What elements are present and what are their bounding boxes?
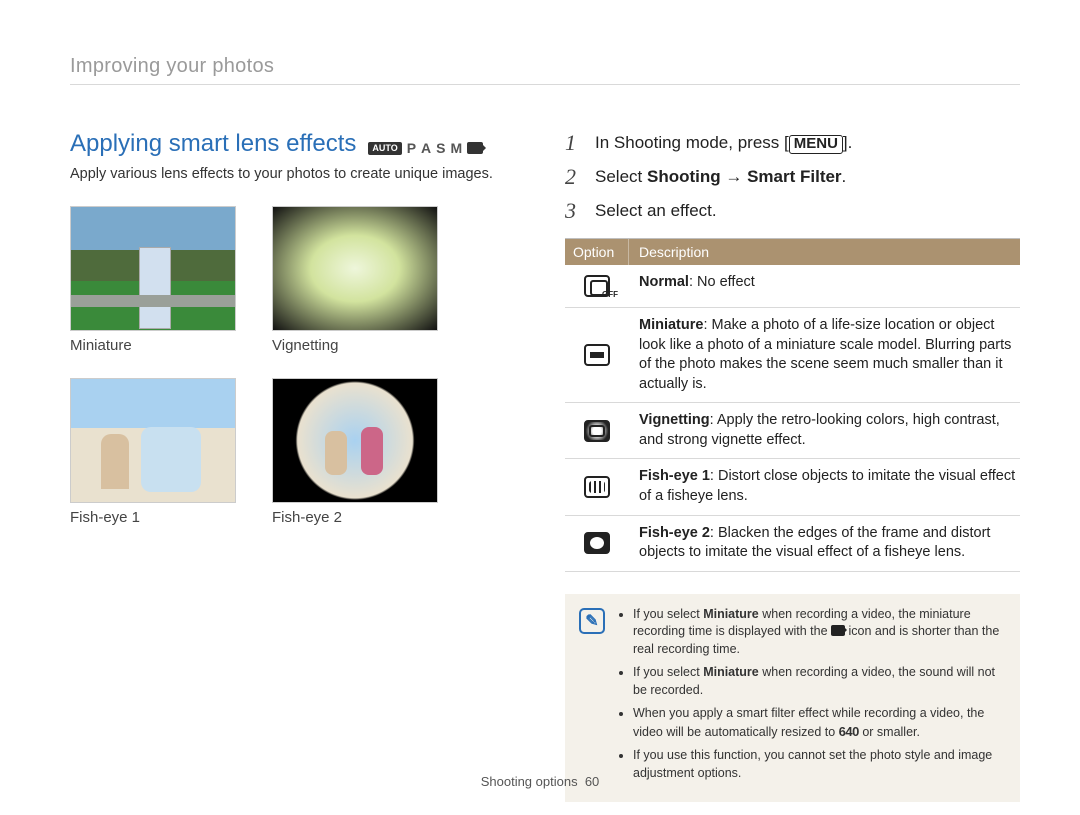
- page-title: Applying smart lens effects: [70, 130, 356, 158]
- intro-text: Apply various lens effects to your photo…: [70, 164, 510, 184]
- thumbnail-grid: Miniature Vignetting Fish-eye 1 Fish-eye…: [70, 206, 510, 526]
- option-row-normal: Normal: No effect: [565, 265, 1020, 308]
- mode-a-icon: A: [421, 140, 431, 156]
- thumb-fisheye1-image: [70, 378, 236, 503]
- miniature-icon: [584, 344, 610, 366]
- normal-off-icon: [584, 275, 610, 297]
- note-box: ✎ If you select Miniature when recording…: [565, 594, 1020, 803]
- step-2-number: 2: [565, 164, 583, 190]
- note-item: If you select Miniature when recording a…: [633, 606, 1006, 659]
- mode-video-icon: [467, 142, 483, 154]
- thumb-vignetting-image: [272, 206, 438, 331]
- option-row-vignetting: Vignetting: Apply the retro-looking colo…: [565, 403, 1020, 459]
- right-column: 1 In Shooting mode, press [MENU]. 2 Sele…: [565, 130, 1020, 802]
- thumb-fisheye2-image: [272, 378, 438, 503]
- fisheye1-icon: [584, 476, 610, 498]
- option-row-fisheye1: Fish-eye 1: Distort close objects to imi…: [565, 459, 1020, 515]
- thumb-fisheye2-label: Fish-eye 2: [272, 509, 438, 526]
- left-column: Applying smart lens effects AUTO P A S M…: [70, 130, 510, 802]
- step-3-number: 3: [565, 198, 583, 224]
- breadcrumb: Improving your photos: [70, 55, 1020, 78]
- title-line: Applying smart lens effects AUTO P A S M: [70, 130, 510, 158]
- thumb-fisheye2: Fish-eye 2: [272, 378, 438, 526]
- step-1-number: 1: [565, 130, 583, 156]
- note-list: If you select Miniature when recording a…: [617, 606, 1006, 789]
- mode-icons: AUTO P A S M: [368, 140, 483, 156]
- thumb-miniature-image: [70, 206, 236, 331]
- menu-icon: MENU: [789, 135, 843, 154]
- header-description: Description: [629, 239, 1020, 265]
- thumb-vignetting: Vignetting: [272, 206, 438, 354]
- step-3-text: Select an effect.: [595, 198, 717, 224]
- divider: [70, 84, 1020, 85]
- step-2: 2 Select Shooting → Smart Filter.: [565, 164, 1020, 190]
- note-item: If you select Miniature when recording a…: [633, 664, 1006, 699]
- fisheye2-icon: [584, 532, 610, 554]
- note-item: When you apply a smart filter effect whi…: [633, 705, 1006, 741]
- info-icon: ✎: [579, 608, 605, 634]
- option-row-miniature: Miniature: Make a photo of a life-size l…: [565, 308, 1020, 403]
- video-small-icon: [831, 625, 845, 636]
- options-table: Option Description Normal: No effect Min…: [565, 238, 1020, 572]
- mode-p-icon: P: [407, 140, 416, 156]
- columns: Applying smart lens effects AUTO P A S M…: [70, 130, 1020, 802]
- footer-section: Shooting options: [481, 774, 578, 789]
- vignetting-icon: [584, 420, 610, 442]
- mode-auto-icon: AUTO: [368, 142, 401, 155]
- footer-page-number: 60: [585, 774, 599, 789]
- thumb-miniature: Miniature: [70, 206, 236, 354]
- step-1-text: In Shooting mode, press [MENU].: [595, 130, 852, 156]
- options-table-header: Option Description: [565, 239, 1020, 265]
- option-row-fisheye2: Fish-eye 2: Blacken the edges of the fra…: [565, 516, 1020, 572]
- thumb-fisheye1: Fish-eye 1: [70, 378, 236, 526]
- mode-s-icon: S: [436, 140, 445, 156]
- footer: Shooting options 60: [0, 774, 1080, 789]
- step-3: 3 Select an effect.: [565, 198, 1020, 224]
- step-1: 1 In Shooting mode, press [MENU].: [565, 130, 1020, 156]
- header-option: Option: [565, 239, 629, 265]
- thumb-fisheye1-label: Fish-eye 1: [70, 509, 236, 526]
- step-2-text: Select Shooting → Smart Filter.: [595, 164, 846, 190]
- thumb-vignetting-label: Vignetting: [272, 337, 438, 354]
- resolution-640-icon: 640: [839, 724, 859, 739]
- mode-m-icon: M: [451, 140, 463, 156]
- thumb-miniature-label: Miniature: [70, 337, 236, 354]
- page: Improving your photos Applying smart len…: [0, 0, 1080, 815]
